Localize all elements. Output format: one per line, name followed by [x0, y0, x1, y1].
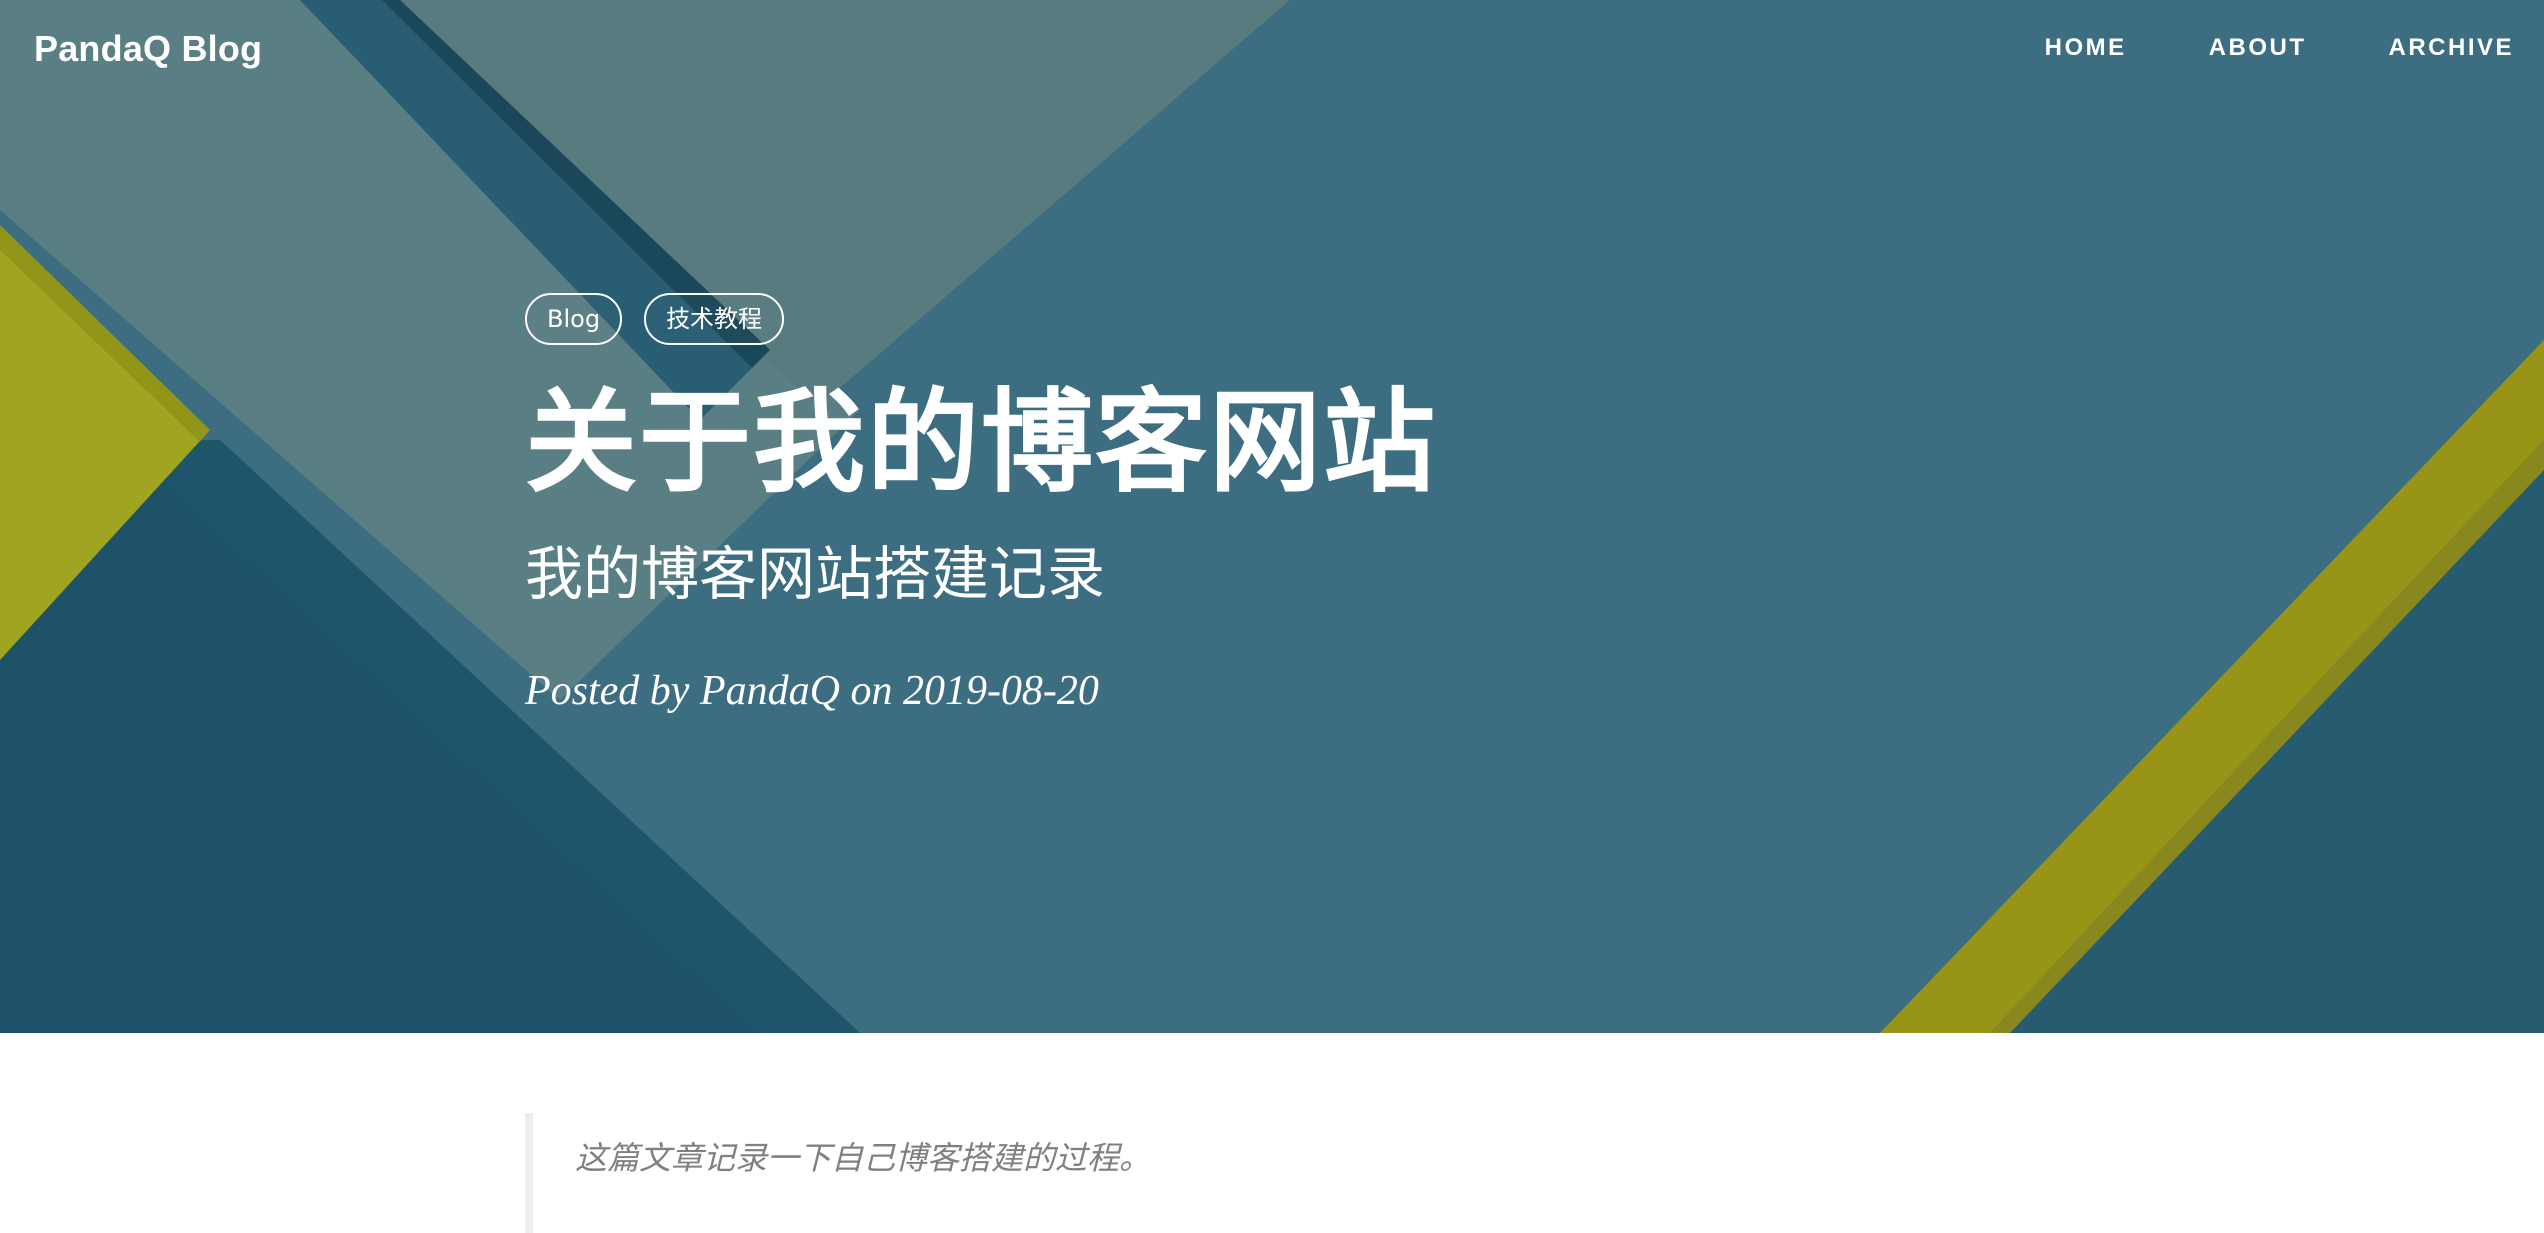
hero-header: PandaQ Blog HOME ABOUT ARCHIVE Blog 技术教程…: [0, 0, 2544, 1033]
tag-list: Blog 技术教程: [525, 293, 2025, 345]
nav-link-archive[interactable]: ARCHIVE: [2388, 34, 2514, 62]
navbar: PandaQ Blog HOME ABOUT ARCHIVE: [0, 0, 2544, 100]
nav-link-home[interactable]: HOME: [2045, 34, 2127, 62]
post-subtitle: 我的博客网站搭建记录: [525, 540, 1106, 608]
nav-links: HOME ABOUT ARCHIVE: [1963, 34, 2514, 62]
post-meta: Posted by PandaQ on 2019-08-20: [525, 668, 1099, 714]
brand-logo-link[interactable]: PandaQ Blog: [34, 28, 262, 70]
post-content: 这篇文章记录一下自己博客搭建的过程。: [525, 1113, 2025, 1233]
post-title: 关于我的博客网站: [525, 378, 1437, 508]
tag-tech-tutorial[interactable]: 技术教程: [644, 293, 785, 345]
tag-blog[interactable]: Blog: [525, 293, 623, 345]
post-heading: Blog 技术教程 关于我的博客网站 我的博客网站搭建记录 Posted by …: [525, 293, 2025, 715]
nav-link-about[interactable]: ABOUT: [2209, 34, 2307, 62]
intro-blockquote: 这篇文章记录一下自己博客搭建的过程。: [525, 1113, 2025, 1233]
